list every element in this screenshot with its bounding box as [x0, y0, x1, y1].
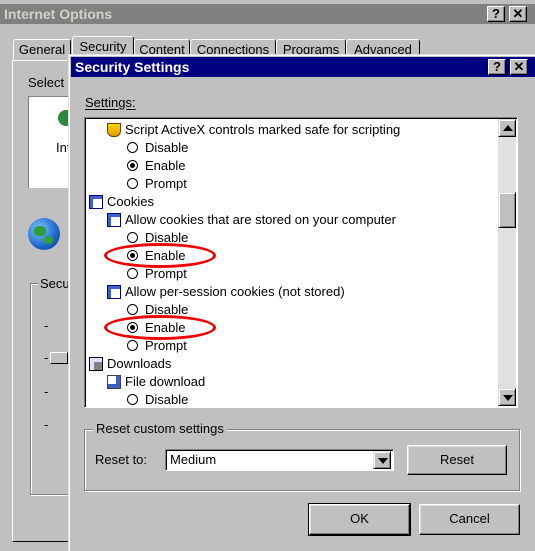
- file-download-icon: [107, 375, 121, 389]
- arrow-up-icon: [503, 125, 513, 131]
- highlight-enable-stored-cookies: [104, 243, 216, 268]
- settings-item-label: Cookies: [107, 194, 154, 209]
- radio-checked-icon[interactable]: [127, 160, 138, 171]
- settings-item-label: File download: [125, 374, 206, 389]
- settings-item-label: Enable: [145, 158, 186, 173]
- cookie-setting-icon: [107, 285, 121, 299]
- cookies-icon: [89, 195, 103, 209]
- internet-options-titlebar: Internet Options: [0, 4, 535, 24]
- security-settings-title: Security Settings: [75, 59, 190, 75]
- security-settings-titlebar: Security Settings: [71, 57, 535, 77]
- reset-to-value: Medium: [170, 452, 217, 467]
- slider-tick-3: -: [44, 384, 49, 399]
- radio-unchecked-icon[interactable]: [127, 304, 138, 315]
- cancel-button[interactable]: Cancel: [419, 504, 520, 535]
- internet-options-title: Internet Options: [4, 6, 113, 22]
- security-level-label: Secu: [38, 276, 72, 291]
- activex-shield-icon: [107, 123, 121, 137]
- settings-item-label: Disable: [145, 392, 189, 407]
- globe-icon: [28, 218, 60, 250]
- settings-label: Settings:: [85, 95, 136, 110]
- select-zone-label: Select: [28, 75, 65, 90]
- dialog-close-button[interactable]: ✕: [510, 59, 528, 75]
- radio-unchecked-icon[interactable]: [127, 394, 138, 405]
- highlight-enable-session-cookies: [104, 315, 216, 340]
- tab-general[interactable]: General: [13, 39, 71, 61]
- settings-item-label: Prompt: [145, 176, 187, 191]
- settings-item-label: Script ActiveX controls marked safe for …: [125, 122, 401, 137]
- reset-group-label: Reset custom settings: [93, 421, 227, 436]
- reset-to-label: Reset to:: [95, 452, 148, 467]
- dropdown-button[interactable]: [373, 451, 391, 469]
- reset-button[interactable]: Reset: [407, 445, 507, 475]
- downloads-icon: [89, 357, 103, 371]
- radio-unchecked-icon[interactable]: [127, 232, 138, 243]
- slider-tick-2: -: [44, 350, 49, 365]
- help-button[interactable]: ?: [487, 6, 505, 22]
- radio-unchecked-icon[interactable]: [127, 268, 138, 279]
- reset-to-dropdown[interactable]: Medium: [165, 449, 394, 471]
- close-button[interactable]: ✕: [509, 6, 527, 22]
- arrow-down-icon: [503, 395, 513, 401]
- settings-item-label: Downloads: [107, 356, 172, 371]
- cookie-setting-icon: [107, 213, 121, 227]
- ok-button[interactable]: OK: [308, 503, 411, 536]
- settings-item-label: Disable: [145, 140, 189, 155]
- radio-unchecked-icon[interactable]: [127, 142, 138, 153]
- scroll-down-button[interactable]: [498, 388, 516, 406]
- settings-scrollbar[interactable]: [498, 119, 516, 406]
- radio-unchecked-icon[interactable]: [127, 340, 138, 351]
- dialog-help-button[interactable]: ?: [488, 59, 506, 75]
- slider-tick-4: -: [44, 417, 49, 432]
- scroll-up-button[interactable]: [498, 119, 516, 137]
- slider-tick-1: -: [44, 318, 49, 333]
- chevron-down-icon: [378, 458, 388, 464]
- security-slider-thumb[interactable]: [50, 352, 68, 364]
- scroll-thumb[interactable]: [498, 192, 516, 228]
- settings-item-label: Allow per-session cookies (not stored): [125, 284, 345, 299]
- radio-unchecked-icon[interactable]: [127, 178, 138, 189]
- settings-item-label: Allow cookies that are stored on your co…: [125, 212, 396, 227]
